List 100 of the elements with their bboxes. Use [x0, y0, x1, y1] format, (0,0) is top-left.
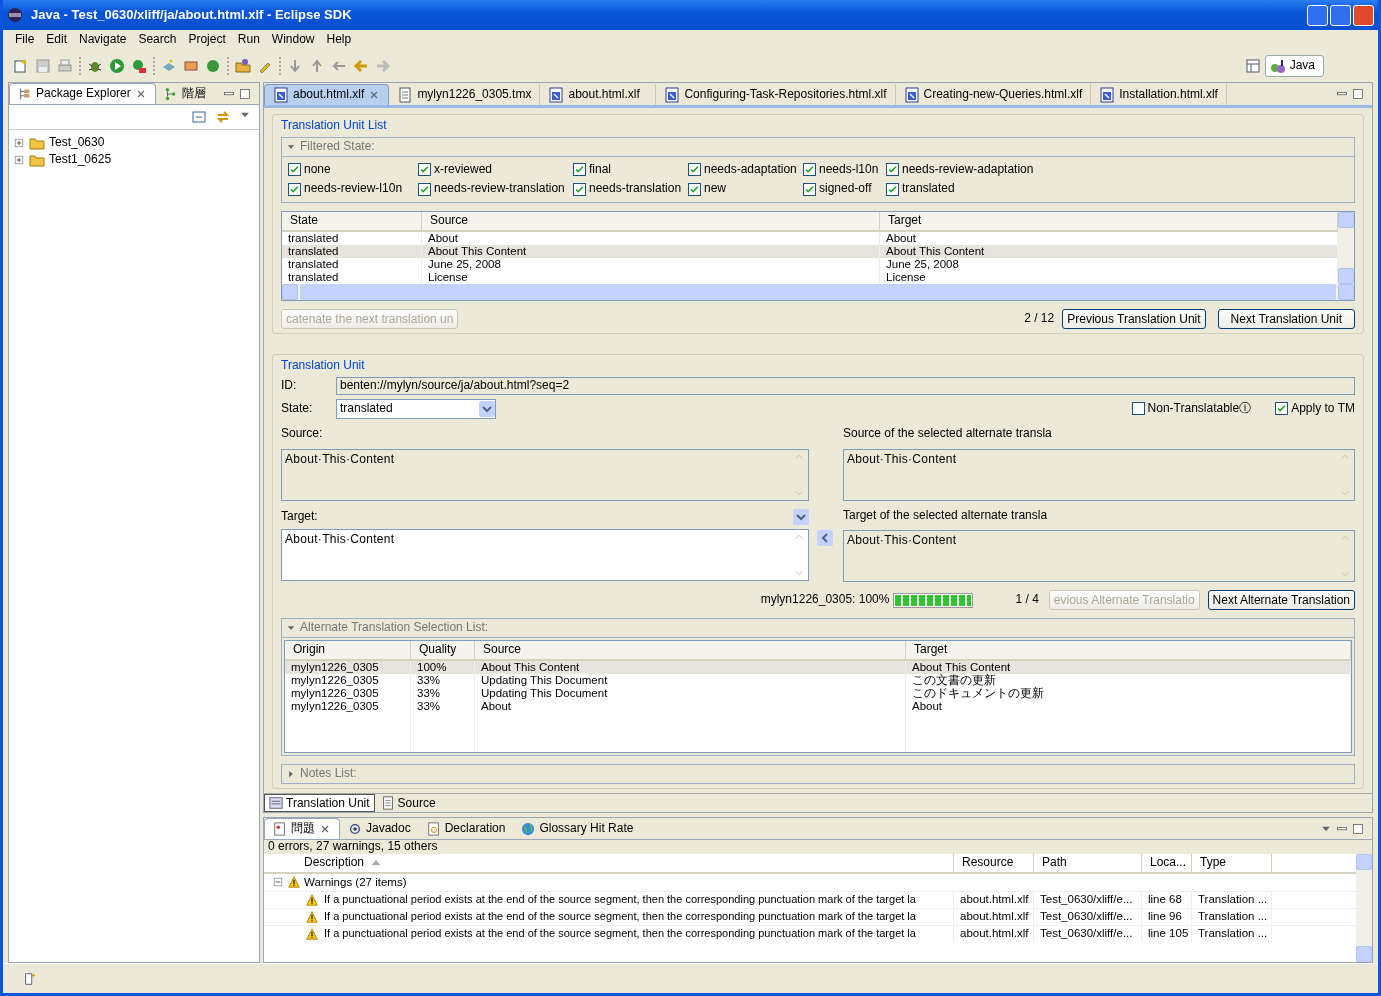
- checkbox[interactable]: [1275, 402, 1289, 416]
- editor-tab[interactable]: Creating-new-Queries.html.xlf: [895, 84, 1092, 105]
- view-tab[interactable]: Glossary Hit Rate: [513, 818, 642, 839]
- menu-item[interactable]: Window: [265, 33, 321, 47]
- editor-tab[interactable]: Configuring-Task-Repositories.html.xlf: [656, 84, 896, 105]
- perspective-button[interactable]: Java: [1264, 55, 1324, 77]
- editor-tab[interactable]: mylyn1226_0305.tmx: [389, 84, 541, 105]
- forward-icon: [375, 58, 391, 74]
- column-header[interactable]: Resource: [954, 853, 1034, 872]
- alternate-source-area[interactable]: About·This·Content: [843, 448, 1355, 501]
- menu-item[interactable]: Help: [320, 33, 358, 47]
- expand-icon[interactable]: [13, 153, 25, 166]
- column-header[interactable]: Description: [264, 853, 954, 872]
- checkbox[interactable]: [803, 163, 816, 176]
- expand-icon[interactable]: [13, 136, 25, 149]
- editor-tab[interactable]: about.html.xlf: [264, 84, 390, 105]
- tree-item[interactable]: Test1_0625: [13, 151, 259, 168]
- view-tab[interactable]: Package Explorer: [9, 83, 156, 104]
- save-icon: [35, 58, 51, 74]
- menu-item[interactable]: Project: [182, 33, 232, 47]
- column-header[interactable]: Quality: [411, 641, 475, 660]
- next-button[interactable]: Next Translation Unit: [1217, 309, 1355, 330]
- table-cell: line 96: [1148, 910, 1182, 924]
- table-cell: Test_0630/xliff/e...: [1040, 893, 1133, 907]
- id-field[interactable]: benten://mylyn/source/ja/about.html?seq=2: [336, 377, 1355, 395]
- checkbox[interactable]: [886, 163, 899, 176]
- window-title: Java - Test_0630/xliff/ja/about.html.xlf - Eclipse SDK: [31, 7, 352, 23]
- scrollbar[interactable]: [282, 284, 1354, 301]
- close-button[interactable]: [1353, 4, 1374, 26]
- checkbox[interactable]: [688, 163, 701, 176]
- view-tab[interactable]: 階層: [155, 83, 214, 104]
- checkbox[interactable]: [418, 182, 431, 196]
- editor-tab[interactable]: Installation.html.xlf: [1091, 84, 1227, 105]
- checkbox[interactable]: [573, 182, 586, 196]
- menu-item[interactable]: Navigate: [73, 33, 133, 47]
- declaration-icon: [426, 821, 441, 836]
- menu-item[interactable]: Edit: [40, 33, 74, 47]
- problems-icon: [273, 822, 287, 836]
- editor-tab[interactable]: about.html.xlf: [540, 84, 657, 105]
- source-text-area[interactable]: About·This·Content: [281, 448, 809, 501]
- table-row[interactable]: mylyn1226_0305 33% About About: [285, 700, 1351, 714]
- column-header[interactable]: Type: [1192, 853, 1272, 872]
- maximize-button[interactable]: [1330, 4, 1351, 26]
- scrollbar[interactable]: [1338, 212, 1354, 285]
- checkbox[interactable]: [418, 163, 431, 176]
- warning-icon: [306, 927, 318, 940]
- menu-item[interactable]: File: [9, 33, 41, 47]
- table-cell: If a punctuational period exists at the end of the source segment, then the corresponding punctuation mark of the target la: [324, 927, 916, 941]
- warning-icon: [306, 910, 318, 923]
- view-tab[interactable]: Javadoc: [340, 818, 419, 839]
- column-header[interactable]: Origin: [285, 641, 411, 660]
- view-tab[interactable]: 問題: [264, 818, 340, 839]
- checkbox[interactable]: [1131, 402, 1145, 416]
- checkbox-label: needs-review-adaptation: [902, 162, 1034, 177]
- column-header[interactable]: Source: [475, 641, 906, 660]
- scrollbar[interactable]: [1356, 853, 1372, 962]
- checkbox[interactable]: [288, 163, 301, 176]
- view-tab[interactable]: Declaration: [418, 818, 514, 839]
- checkbox-label: x-reviewed: [434, 162, 493, 177]
- section-title: Translation Unit: [281, 359, 366, 373]
- next-alternate-button[interactable]: Next Alternate Translation: [1207, 590, 1355, 611]
- alternate-target-area[interactable]: About·This·Content: [843, 530, 1355, 583]
- field-label: State:: [281, 401, 314, 416]
- globe-icon: [521, 821, 536, 836]
- checkbox[interactable]: [886, 182, 899, 196]
- page-tab[interactable]: Translation Unit: [264, 794, 375, 813]
- minimize-button[interactable]: [1307, 4, 1328, 26]
- open-perspective-icon: [1244, 58, 1261, 74]
- table-cell: About This Content: [475, 661, 906, 675]
- table-cell: Translation ...: [1198, 927, 1268, 941]
- document-icon: [380, 796, 395, 811]
- checkbox[interactable]: [573, 163, 586, 176]
- tree-item[interactable]: Test_0630: [13, 134, 259, 151]
- menu-item[interactable]: Run: [231, 33, 266, 47]
- table-row[interactable]: mylyn1226_0305 33% Updating This Document このドキュメントの更新: [285, 687, 1351, 701]
- target-text-area[interactable]: About·This·Content: [281, 528, 809, 581]
- previous-button[interactable]: Previous Translation Unit: [1062, 309, 1206, 330]
- menu-item[interactable]: Search: [132, 33, 183, 47]
- column-header[interactable]: Target: [906, 641, 1351, 660]
- fast-view-icon: [23, 971, 37, 986]
- java-perspective-icon: [1269, 58, 1286, 74]
- table-row[interactable]: translated About This Content About This Content: [282, 245, 1338, 259]
- column-header[interactable]: State: [282, 212, 422, 231]
- column-header[interactable]: Source: [422, 212, 880, 231]
- section-title: Notes List:: [300, 767, 357, 781]
- page-tab[interactable]: Source: [376, 794, 440, 813]
- tree-row[interactable]: Warnings (27 items): [264, 873, 1356, 891]
- checkbox[interactable]: [288, 182, 301, 196]
- field-label: Source of the selected alternate transla: [843, 426, 1053, 441]
- table-cell: 33%: [411, 674, 475, 688]
- table-cell: If a punctuational period exists at the end of the source segment, then the corresponding punctuation mark of the target la: [324, 893, 916, 907]
- checkbox[interactable]: [688, 182, 701, 196]
- section-title: Filtered State:: [300, 139, 375, 154]
- state-dropdown[interactable]: translated: [336, 398, 496, 419]
- table-cell: 33%: [411, 700, 475, 714]
- column-header[interactable]: Loca...: [1142, 853, 1192, 872]
- checkbox[interactable]: [803, 182, 816, 196]
- table-row[interactable]: mylyn1226_0305 33% Updating This Document この文書の更新: [285, 674, 1351, 688]
- column-header[interactable]: Path: [1034, 853, 1142, 872]
- table-row[interactable]: mylyn1226_0305 100% About This Content About This Content: [285, 661, 1351, 675]
